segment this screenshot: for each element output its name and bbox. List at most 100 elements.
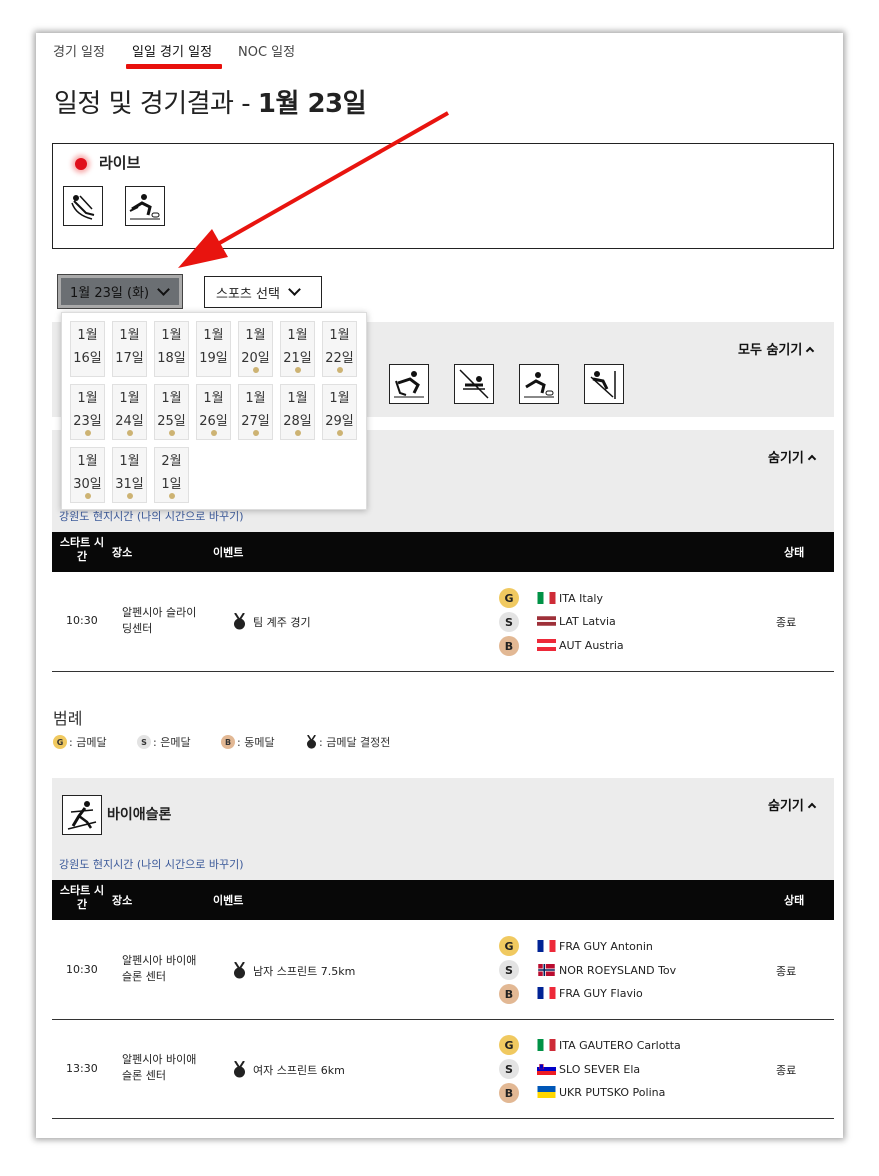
- bronze-medal-badge: B: [499, 636, 519, 656]
- france-flag-icon: [537, 987, 556, 999]
- gold-winner[interactable]: ITA Italy: [559, 592, 603, 605]
- date-picker-popup: 1월 16일 1월 17일 1월 18일 1월 19일 1월 20일 1월 21일 1월 22일 1월 23일…: [61, 312, 367, 510]
- header-status: 상태: [784, 546, 805, 559]
- row-divider: [52, 1118, 834, 1119]
- gold-winner[interactable]: FRA GUY Antonin: [559, 940, 653, 953]
- table-header: 스타트 시간 장소 이벤트 상태: [52, 880, 834, 920]
- gold-medal-badge: G: [499, 1035, 519, 1055]
- header-venue: 장소: [112, 546, 133, 559]
- row-status: 종료: [776, 965, 797, 978]
- hide-link[interactable]: 숨기기: [768, 795, 817, 814]
- ski-jump-sport-icon[interactable]: [584, 364, 624, 404]
- gold-winner[interactable]: ITA GAUTERO Carlotta: [559, 1039, 681, 1052]
- date-cell[interactable]: 2월 1일: [154, 447, 189, 503]
- skeleton-sport-icon[interactable]: [454, 364, 494, 404]
- legend-bronze: B: 동메달: [221, 734, 275, 750]
- event-dot-icon: [85, 493, 91, 499]
- silver-winner[interactable]: SLO SEVER Ela: [559, 1063, 640, 1076]
- legend-title: 범례: [53, 709, 83, 728]
- norway-flag-icon: [538, 964, 555, 976]
- header-status: 상태: [784, 894, 805, 907]
- gold-medal-badge: G: [499, 936, 519, 956]
- row-venue: 알펜시아 바이애슬론 센터: [122, 1053, 197, 1082]
- silver-medal-badge: S: [499, 612, 519, 632]
- france-flag-icon: [537, 940, 556, 952]
- header-event: 이벤트: [213, 546, 244, 559]
- bronze-winner[interactable]: AUT Austria: [559, 639, 624, 652]
- event-dot-icon: [169, 430, 175, 436]
- section-title: 바이애슬론: [107, 807, 172, 823]
- silver-medal-badge: S: [499, 960, 519, 980]
- date-cell[interactable]: 1월 24일: [112, 384, 147, 440]
- austria-flag-icon: [537, 639, 556, 651]
- date-cell[interactable]: 1월 28일: [280, 384, 315, 440]
- chevron-up-icon: [807, 802, 817, 812]
- ukraine-flag-icon: [537, 1086, 556, 1098]
- date-cell[interactable]: 1월 25일: [154, 384, 189, 440]
- date-cell[interactable]: 1월 29일: [322, 384, 357, 440]
- hide-link[interactable]: 숨기기: [768, 447, 817, 466]
- date-cell[interactable]: 1월 30일: [70, 447, 105, 503]
- bronze-winner[interactable]: UKR PUTSKO Polina: [559, 1086, 665, 1099]
- timezone-link[interactable]: 강원도 현지시간 (나의 시간으로 바꾸기): [59, 856, 244, 872]
- row-divider: [52, 671, 834, 672]
- legend-gold: G: 금메달: [53, 734, 107, 750]
- event-dot-icon: [85, 430, 91, 436]
- silver-medal-badge: S: [499, 1059, 519, 1079]
- curling-sport-icon[interactable]: [519, 364, 559, 404]
- table-header: 스타트 시간 장소 이벤트 상태: [52, 532, 834, 572]
- row-status: 종료: [776, 1064, 797, 1077]
- medal-event-icon: [306, 735, 317, 749]
- timezone-link[interactable]: 강원도 현지시간 (나의 시간으로 바꾸기): [59, 508, 244, 524]
- date-day: 17일: [115, 351, 144, 366]
- silver-medal-icon: S: [137, 735, 151, 749]
- row-event: 팀 계주 경기: [253, 616, 311, 629]
- date-month: 1월: [119, 391, 140, 406]
- row-time: 10:30: [66, 963, 98, 976]
- silver-winner[interactable]: NOR ROEYSLAND Tov: [559, 964, 676, 977]
- italy-flag-icon: [537, 1039, 556, 1051]
- date-cell[interactable]: 1월 23일: [70, 384, 105, 440]
- biathlon-section-header: 바이애슬론 숨기기 강원도 현지시간 (나의 시간으로 바꾸기): [52, 778, 834, 880]
- medal-event-icon: [234, 1061, 245, 1078]
- hide-all-link[interactable]: 모두 숨기기: [738, 339, 815, 358]
- hockey-sport-icon[interactable]: [389, 364, 429, 404]
- date-day: 19일: [199, 351, 228, 366]
- date-month: 1월: [203, 391, 224, 406]
- legend-silver: S: 은메달: [137, 734, 191, 750]
- event-dot-icon: [211, 430, 217, 436]
- medal-event-icon: [234, 613, 245, 630]
- event-dot-icon: [169, 493, 175, 499]
- gold-medal-badge: G: [499, 588, 519, 608]
- chevron-up-icon: [807, 454, 817, 464]
- row-time: 10:30: [66, 614, 98, 627]
- event-dot-icon: [127, 430, 133, 436]
- event-dot-icon: [337, 367, 343, 373]
- date-month: 2월: [161, 454, 182, 469]
- date-cell[interactable]: 1월 31일: [112, 447, 147, 503]
- row-event: 여자 스프린트 6km: [253, 1064, 345, 1077]
- page-frame: 경기 일정 일일 경기 일정 NOC 일정 일정 및 경기결과 - 1월 23일…: [36, 33, 843, 1138]
- date-month: 1월: [77, 454, 98, 469]
- event-dot-icon: [253, 430, 259, 436]
- row-venue: 알펜시아 슬라이딩센터: [122, 606, 197, 635]
- header-event: 이벤트: [213, 894, 244, 907]
- chevron-up-icon: [806, 346, 815, 356]
- italy-flag-icon: [537, 592, 556, 604]
- date-cell[interactable]: 1월 26일: [196, 384, 231, 440]
- date-day: 16일: [73, 351, 102, 366]
- event-dot-icon: [253, 367, 259, 373]
- biathlon-sport-icon: [62, 795, 102, 835]
- row-status: 종료: [776, 616, 797, 629]
- silver-winner[interactable]: LAT Latvia: [559, 615, 616, 628]
- row-venue: 알펜시아 바이애슬론 센터: [122, 954, 197, 983]
- row-event: 남자 스프린트 7.5km: [253, 965, 356, 978]
- date-cell[interactable]: 1월 27일: [238, 384, 273, 440]
- bronze-winner[interactable]: FRA GUY Flavio: [559, 987, 643, 1000]
- date-month: 1월: [77, 391, 98, 406]
- header-start-time: 스타트 시간: [59, 536, 105, 563]
- bronze-medal-badge: B: [499, 984, 519, 1004]
- event-dot-icon: [295, 430, 301, 436]
- date-month: 1월: [161, 391, 182, 406]
- bronze-medal-icon: B: [221, 735, 235, 749]
